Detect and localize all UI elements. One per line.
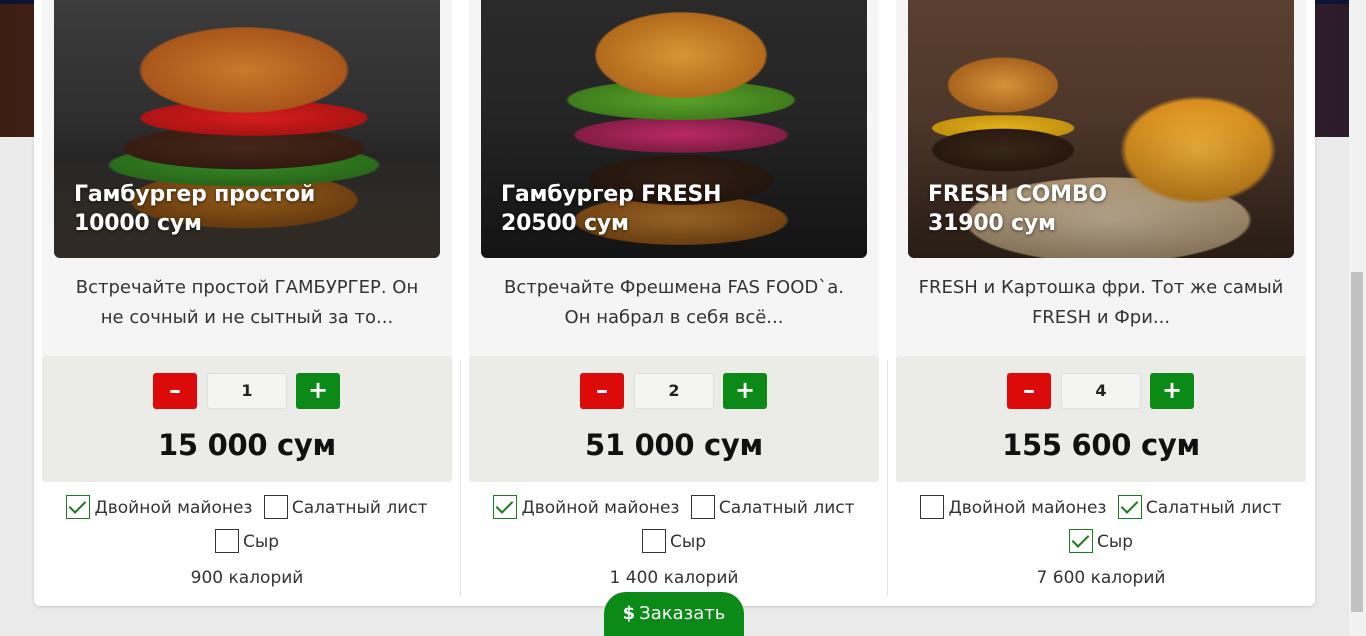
quantity-input[interactable]: 2 [634, 373, 714, 409]
product-price: 10000 сум [74, 211, 202, 236]
product-card: Гамбургер FRESH 20500 сум Встречайте Фре… [461, 0, 887, 600]
card-divider [887, 360, 888, 596]
product-description: FRESH и Картошка фри. Тот же самый FRESH… [918, 277, 1284, 328]
option-double-mayo[interactable]: Двойной майонез [493, 494, 679, 522]
options: Двойной майонез Салатный лист Сыр [42, 494, 452, 562]
order-button-label: Заказать [639, 603, 726, 624]
option-cheese[interactable]: Сыр [214, 528, 279, 556]
checkbox[interactable] [66, 495, 91, 519]
calories: 7 600 калорий [1036, 568, 1166, 588]
decrease-button[interactable]: – [580, 373, 624, 409]
product-price: 20500 сум [501, 211, 629, 236]
dollar-icon: $ [622, 603, 636, 624]
option-double-mayo[interactable]: Двойной майонез [920, 494, 1106, 522]
checkbox[interactable] [1068, 529, 1093, 553]
checkbox[interactable] [690, 495, 715, 519]
products-panel: Гамбургер простой 10000 сум Встречайте п… [34, 0, 1315, 606]
product-card: FRESH COMBO 31900 сум FRESH и Картошка ф… [888, 0, 1314, 600]
option-lettuce[interactable]: Салатный лист [690, 494, 855, 522]
product-image: FRESH COMBO 31900 сум [908, 0, 1294, 258]
checkbox[interactable] [920, 495, 945, 519]
decrease-button[interactable]: – [153, 373, 197, 409]
options: Двойной майонез Салатный лист Сыр [469, 494, 879, 562]
product-name: Гамбургер простой [74, 182, 316, 207]
checkbox[interactable] [1117, 495, 1142, 519]
decrease-button[interactable]: – [1007, 373, 1051, 409]
quantity-input[interactable]: 4 [1061, 373, 1141, 409]
product-name: FRESH COMBO [928, 182, 1107, 207]
checkbox[interactable] [493, 495, 518, 519]
option-lettuce[interactable]: Салатный лист [1117, 494, 1282, 522]
checkbox[interactable] [214, 529, 239, 553]
product-card: Гамбургер простой 10000 сум Встречайте п… [34, 0, 460, 600]
product-price: 31900 сум [928, 211, 1056, 236]
option-cheese[interactable]: Сыр [641, 528, 706, 556]
product-image: Гамбургер FRESH 20500 сум [481, 0, 867, 258]
quantity-box: – 2 + 51 000 сум [469, 356, 879, 482]
options: Двойной майонез Салатный лист Сыр [896, 494, 1306, 562]
total-price: 15 000 сум [158, 428, 336, 462]
calories: 1 400 калорий [609, 568, 739, 588]
increase-button[interactable]: + [296, 373, 340, 409]
card-divider [460, 360, 461, 596]
calories: 900 калорий [190, 568, 304, 588]
option-cheese[interactable]: Сыр [1068, 528, 1133, 556]
increase-button[interactable]: + [1150, 373, 1194, 409]
scrollbar[interactable] [1349, 0, 1366, 636]
product-name: Гамбургер FRESH [501, 182, 722, 207]
option-double-mayo[interactable]: Двойной майонез [66, 494, 252, 522]
option-lettuce[interactable]: Салатный лист [263, 494, 428, 522]
product-description: Встречайте простой ГАМБУРГЕР. Он не сочн… [75, 277, 419, 328]
scrollbar-thumb[interactable] [1351, 272, 1363, 612]
quantity-box: – 4 + 155 600 сум [896, 356, 1306, 482]
total-price: 155 600 сум [1002, 428, 1200, 462]
increase-button[interactable]: + [723, 373, 767, 409]
product-image: Гамбургер простой 10000 сум [54, 0, 440, 258]
checkbox[interactable] [641, 529, 666, 553]
total-price: 51 000 сум [585, 428, 763, 462]
quantity-box: – 1 + 15 000 сум [42, 356, 452, 482]
checkbox[interactable] [263, 495, 288, 519]
product-description: Встречайте Фрешмена FAS FOOD`а. Он набра… [504, 277, 844, 328]
quantity-input[interactable]: 1 [207, 373, 287, 409]
order-button[interactable]: $ Заказать [604, 592, 744, 636]
